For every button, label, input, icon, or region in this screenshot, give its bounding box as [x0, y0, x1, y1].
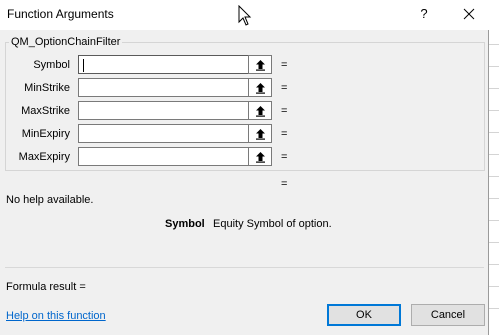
- cancel-button[interactable]: Cancel: [411, 304, 485, 326]
- sheet-gridline: [489, 308, 499, 309]
- argument-help-description: Equity Symbol of option.: [213, 218, 332, 230]
- text-caret: [83, 59, 84, 72]
- collapse-dialog-icon: [256, 60, 265, 71]
- sheet-gridline: [489, 286, 499, 287]
- sheet-gridline: [489, 220, 499, 221]
- arg-label-maxexpiry: MaxExpiry: [18, 151, 70, 163]
- sheet-gridline: [489, 66, 499, 67]
- function-arguments-dialog: Function Arguments ? QM_OptionChainFilte…: [0, 0, 489, 335]
- function-name: QM_OptionChainFilter: [9, 36, 123, 48]
- sheet-gridline: [489, 154, 499, 155]
- spreadsheet-background: [489, 0, 499, 335]
- sheet-gridline: [489, 264, 499, 265]
- collapse-button-minexpiry[interactable]: [248, 124, 272, 143]
- sheet-gridline: [489, 132, 499, 133]
- collapse-button-maxexpiry[interactable]: [248, 147, 272, 166]
- function-result-value: =: [281, 178, 288, 190]
- function-description: No help available.: [6, 194, 94, 206]
- help-button[interactable]: ?: [412, 3, 436, 25]
- ok-button[interactable]: OK: [327, 304, 401, 326]
- arg-label-minexpiry: MinExpiry: [21, 128, 70, 140]
- collapse-dialog-icon: [256, 106, 265, 117]
- arg-label-symbol: Symbol: [33, 59, 70, 71]
- sheet-gridline: [489, 44, 499, 45]
- arg-value-minstrike: =: [281, 82, 288, 94]
- maxexpiry-input[interactable]: [78, 147, 248, 166]
- collapse-button-symbol[interactable]: [248, 55, 272, 74]
- arg-value-minexpiry: =: [281, 128, 288, 140]
- mouse-cursor-icon: [238, 5, 252, 26]
- arg-value-symbol: =: [281, 59, 288, 71]
- maxstrike-input[interactable]: [78, 101, 248, 120]
- divider: [5, 267, 484, 268]
- sheet-gridline: [489, 198, 499, 199]
- collapse-dialog-icon: [256, 129, 265, 140]
- dialog-title: Function Arguments: [7, 7, 114, 21]
- sheet-gridline: [489, 110, 499, 111]
- close-button[interactable]: [455, 1, 483, 27]
- sheet-gridline: [489, 176, 499, 177]
- collapse-button-maxstrike[interactable]: [248, 101, 272, 120]
- help-on-this-function-link[interactable]: Help on this function: [6, 310, 106, 322]
- symbol-input[interactable]: [78, 55, 248, 74]
- arg-value-maxstrike: =: [281, 105, 288, 117]
- sheet-gridline: [489, 88, 499, 89]
- minexpiry-input[interactable]: [78, 124, 248, 143]
- arg-label-minstrike: MinStrike: [24, 82, 70, 94]
- collapse-dialog-icon: [256, 152, 265, 163]
- minstrike-input[interactable]: [78, 78, 248, 97]
- collapse-button-minstrike[interactable]: [248, 78, 272, 97]
- close-icon: [463, 8, 475, 20]
- arg-value-maxexpiry: =: [281, 151, 288, 163]
- formula-result-label: Formula result =: [6, 281, 86, 293]
- sheet-gridline: [489, 242, 499, 243]
- arg-label-maxstrike: MaxStrike: [21, 105, 70, 117]
- collapse-dialog-icon: [256, 83, 265, 94]
- argument-help-name: Symbol: [165, 218, 205, 230]
